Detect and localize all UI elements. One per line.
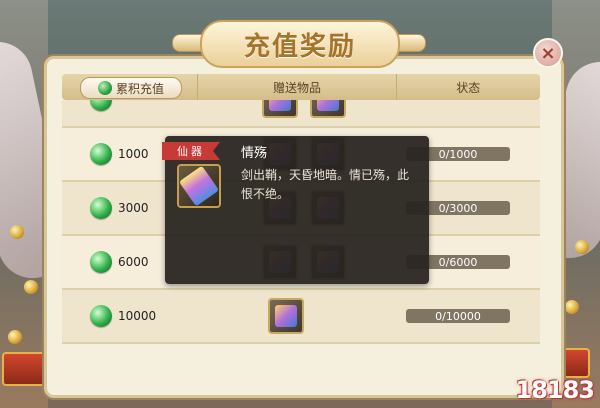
amount-value: 10000	[118, 309, 157, 323]
item-description: 剑出鞘，天昏地暗。情已殇，此恨不绝。	[241, 168, 410, 201]
amount-cell: 6000	[90, 251, 149, 273]
gem-icon	[90, 305, 112, 327]
item-icon	[269, 100, 291, 111]
tab-label: 累积充值	[115, 81, 164, 96]
tooltip-item-slot	[177, 164, 221, 208]
gem-icon	[90, 197, 112, 219]
coin-icon	[8, 330, 22, 344]
item-icon	[317, 100, 339, 111]
sword-icon	[275, 305, 297, 327]
item-slot[interactable]	[268, 298, 304, 334]
table-row	[62, 100, 540, 128]
gift-items	[268, 298, 304, 334]
coin-icon	[10, 225, 24, 239]
gem-icon	[97, 81, 112, 95]
item-slot[interactable]	[262, 100, 298, 118]
gem-icon	[90, 100, 112, 111]
progress-status: 0/10000	[406, 309, 510, 323]
coin-icon	[575, 240, 589, 254]
sword-icon	[178, 165, 220, 207]
close-icon: ×	[540, 42, 556, 64]
page-title: 充值奖励	[243, 31, 356, 62]
coin-icon	[565, 300, 579, 314]
title-plaque: 充值奖励	[200, 20, 400, 68]
amount-value: 1000	[118, 147, 149, 161]
site-watermark: 18183	[515, 376, 595, 404]
header-status-label: 状态	[456, 80, 481, 95]
item-tooltip: 仙器 情殇 剑出鞘，天昏地暗。情已殇，此恨不绝。	[162, 136, 429, 284]
amount-cell	[90, 100, 118, 111]
amount-cell: 1000	[90, 143, 149, 165]
header-gifts-label: 赠送物品	[273, 80, 322, 95]
item-rarity-tag: 仙器	[162, 142, 220, 160]
amount-cell: 10000	[90, 305, 156, 327]
item-name: 情殇	[241, 146, 268, 161]
item-slot[interactable]	[310, 100, 346, 118]
coin-icon	[24, 280, 38, 294]
gift-items	[262, 100, 346, 118]
close-button[interactable]: ×	[533, 38, 563, 68]
amount-value: 6000	[118, 255, 149, 269]
tab-cumulative-recharge[interactable]: 累积充值	[80, 77, 182, 99]
background-left-pillar	[0, 0, 48, 408]
header-status-cell: 状态	[397, 74, 540, 100]
amount-value: 3000	[118, 201, 149, 215]
table-row: 10000 0/10000	[62, 290, 540, 344]
treasure-chest-icon	[2, 352, 48, 386]
header-gifts-cell: 赠送物品	[198, 74, 397, 100]
gem-icon	[90, 251, 112, 273]
amount-cell: 3000	[90, 197, 149, 219]
gem-icon	[90, 143, 112, 165]
